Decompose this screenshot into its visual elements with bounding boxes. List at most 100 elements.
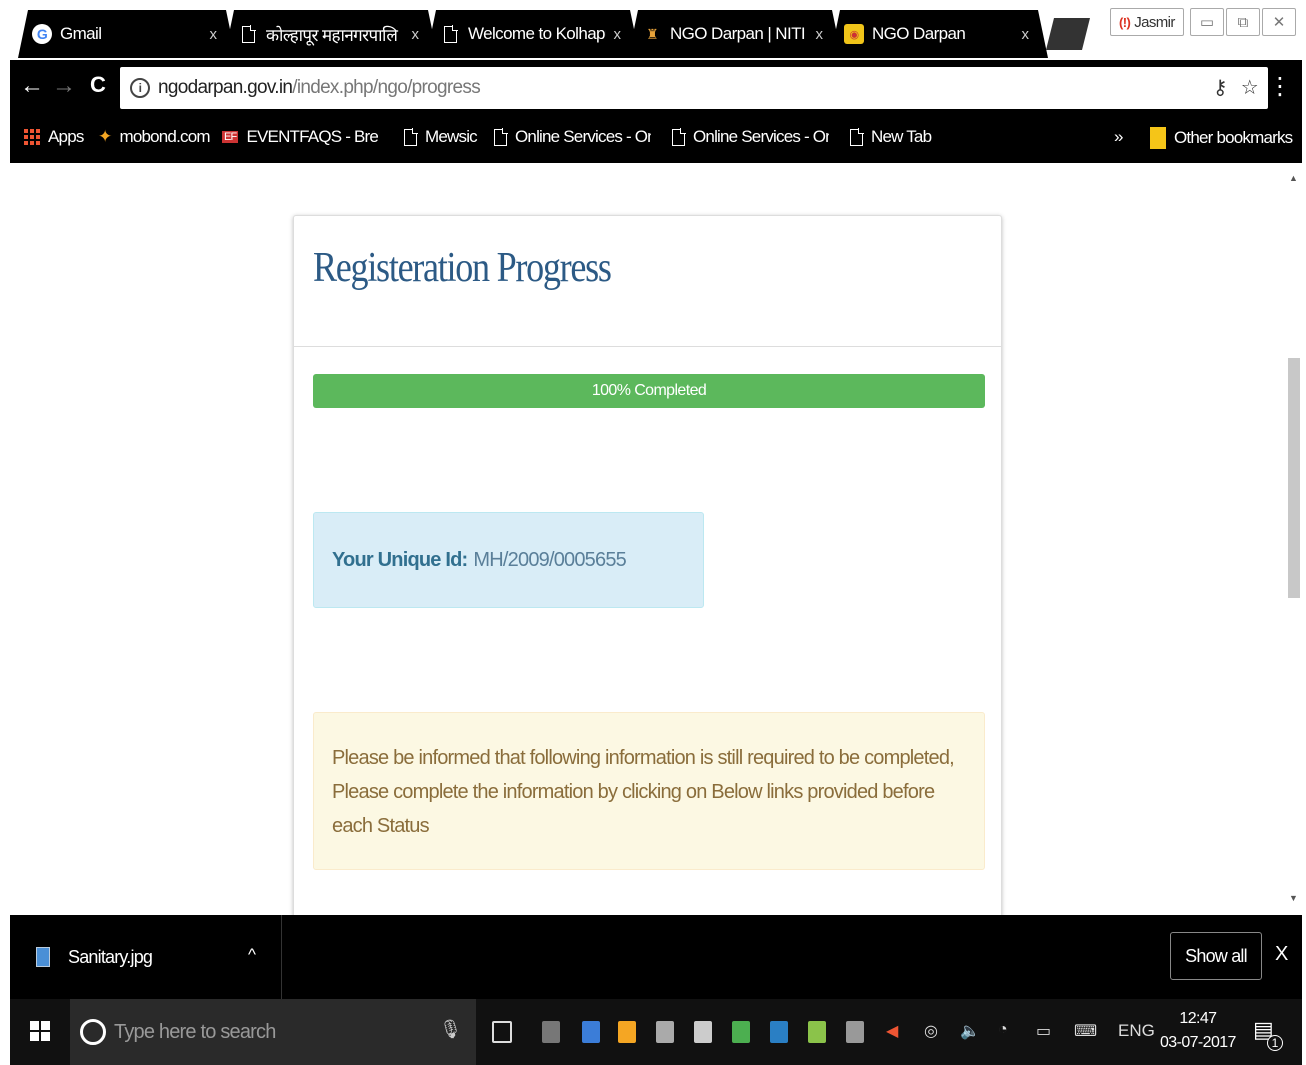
tab-close-icon[interactable]: x — [404, 26, 426, 43]
new-tab-button[interactable] — [1046, 18, 1090, 50]
app-icon[interactable] — [618, 1021, 636, 1043]
progress-card: Registeration Progress 100% Completed Yo… — [293, 215, 1002, 915]
page-scrollbar[interactable]: ▲ ▼ — [1285, 163, 1302, 915]
bookmark-online-services-2[interactable]: Online Services - Onl — [672, 127, 829, 147]
profile-name: Jasmir — [1134, 13, 1175, 31]
app-icon[interactable] — [846, 1021, 864, 1043]
clock-time: 12:47 — [1179, 1010, 1217, 1027]
url-host: ngodarpan.gov.in — [158, 77, 293, 98]
scroll-down-arrow-icon[interactable]: ▼ — [1289, 893, 1298, 903]
forward-arrow-icon[interactable]: → — [50, 72, 78, 100]
folder-icon — [1150, 127, 1166, 149]
other-bookmarks-label: Other bookmarks — [1174, 128, 1293, 147]
show-all-button[interactable]: Show all — [1170, 932, 1262, 980]
tab-ngo-darpan-active[interactable]: ◉ NGO Darpan x — [830, 10, 1048, 58]
tab-close-icon[interactable]: x — [808, 26, 830, 43]
flag-icon[interactable]: ◀ — [886, 1021, 898, 1041]
tab-close-icon[interactable]: x — [606, 26, 628, 43]
search-placeholder: Type here to search — [114, 1020, 276, 1043]
page-icon — [404, 127, 418, 146]
key-icon[interactable]: ⚷ — [1213, 75, 1228, 100]
page-icon — [238, 24, 258, 44]
page-icon — [494, 127, 508, 146]
notice-box: Please be informed that following inform… — [313, 712, 985, 870]
downloads-bar: Sanitary.jpg ^ Show all X — [10, 915, 1302, 999]
app-icon[interactable] — [694, 1021, 712, 1043]
google-icon: G — [32, 24, 52, 44]
tab-title: NGO Darpan — [872, 24, 966, 43]
app-icon[interactable] — [656, 1021, 674, 1043]
bookmark-online-services-1[interactable]: Online Services - Onl — [494, 127, 651, 147]
battery-icon[interactable]: ▭ — [1036, 1021, 1051, 1041]
bookmark-new-tab[interactable]: New Tab — [850, 127, 932, 147]
bookmark-label: Mewsic — [425, 127, 478, 146]
unique-id-box: Your Unique Id: MH/2009/0005655 — [313, 512, 704, 608]
address-bar[interactable]: i ngodarpan.gov.in/index.php/ngo/progres… — [120, 67, 1268, 109]
bookmark-mobond[interactable]: ✦ mobond.com — [98, 127, 211, 147]
app-icon[interactable] — [770, 1021, 788, 1043]
bookmark-mewsic[interactable]: Mewsic — [404, 127, 478, 147]
close-window-button[interactable]: ✕ — [1262, 8, 1296, 36]
screen: G Gmail x कोल्हापूर महानगरपालि x Welcome… — [0, 0, 1306, 1065]
microphone-icon[interactable]: 🎙 — [439, 1019, 462, 1040]
restore-button[interactable]: ⧉ — [1226, 8, 1260, 36]
bookmark-label: EVENTFAQS - Brett L — [246, 127, 379, 146]
scrollbar-thumb[interactable] — [1288, 358, 1300, 598]
windows-taskbar: Type here to search 🎙 ◀ ◎ 🔈 ◔ ▭ ⌨ ENG 12… — [10, 999, 1302, 1065]
tab-ngo-darpan-niti[interactable]: ♜ NGO Darpan | NITI A x — [628, 10, 842, 58]
url-path: /index.php/ngo/progress — [292, 77, 480, 98]
tab-close-icon[interactable]: x — [1014, 26, 1036, 43]
bookmark-label: New Tab — [871, 127, 932, 146]
taskbar-search[interactable]: Type here to search 🎙 — [70, 999, 476, 1065]
profile-icon: (!) — [1119, 14, 1131, 30]
scroll-up-arrow-icon[interactable]: ▲ — [1289, 173, 1298, 183]
progress-label: 100% Completed — [591, 382, 707, 399]
download-file-name: Sanitary.jpg — [68, 946, 153, 967]
close-downloads-icon[interactable]: X — [1275, 943, 1288, 966]
tab-title: कोल्हापूर महानगरपालि — [266, 25, 398, 45]
windows-start-icon[interactable] — [30, 1021, 50, 1041]
image-file-icon — [36, 947, 50, 967]
tab-title: NGO Darpan | NITI A — [670, 24, 808, 43]
profile-button[interactable]: (!) Jasmir — [1110, 8, 1184, 36]
clock[interactable]: 12:47 03-07-2017 — [1160, 1007, 1236, 1055]
bookmark-label: mobond.com — [119, 127, 210, 146]
task-view-icon[interactable] — [492, 1021, 512, 1043]
cortana-icon — [80, 1019, 106, 1045]
emblem-icon: ♜ — [646, 25, 658, 42]
bookmarks-overflow-button[interactable]: » — [1114, 127, 1123, 147]
card-header: Registeration Progress — [294, 216, 1001, 347]
volume-icon[interactable]: 🔈 — [960, 1021, 980, 1041]
minimize-button[interactable]: ▭ — [1190, 8, 1224, 36]
tab-kolhapur-municipal[interactable]: कोल्हापूर महानगरपालि x — [224, 10, 438, 58]
download-item[interactable]: Sanitary.jpg ^ — [10, 915, 282, 999]
app-icon[interactable] — [808, 1021, 826, 1043]
bookmark-eventfaqs[interactable]: EF EVENTFAQS - Brett L — [222, 127, 378, 147]
other-bookmarks[interactable]: Other bookmarks — [1150, 127, 1293, 149]
menu-icon[interactable]: ⋮ — [1268, 72, 1292, 101]
notice-text: Please be informed that following inform… — [332, 747, 955, 837]
keyboard-icon[interactable]: ⌨ — [1074, 1021, 1097, 1041]
camera-icon[interactable]: ◎ — [924, 1021, 938, 1041]
tab-welcome-kolhapur[interactable]: Welcome to Kolhapu x — [426, 10, 640, 58]
back-arrow-icon[interactable]: ← — [18, 72, 46, 100]
ngo-darpan-icon: ◉ — [844, 24, 864, 44]
chevron-up-icon[interactable]: ^ — [248, 945, 256, 965]
tab-close-icon[interactable]: x — [202, 26, 224, 43]
app-icon[interactable] — [582, 1021, 600, 1043]
notification-center-icon[interactable]: ▤ 1 — [1253, 1017, 1283, 1051]
info-icon[interactable]: i — [130, 78, 150, 98]
tab-gmail[interactable]: G Gmail x — [18, 10, 236, 58]
reload-icon[interactable]: C — [84, 72, 112, 98]
app-icon[interactable] — [542, 1021, 560, 1043]
star-icon[interactable]: ☆ — [1241, 75, 1259, 100]
app-icon[interactable] — [732, 1021, 750, 1043]
bookmark-apps[interactable]: Apps — [24, 127, 84, 147]
wifi-icon[interactable]: ◔ — [998, 1021, 1008, 1039]
progress-bar: 100% Completed — [313, 374, 985, 408]
language-indicator[interactable]: ENG — [1118, 1021, 1155, 1041]
tab-title: Welcome to Kolhapu — [468, 24, 606, 43]
page-icon — [850, 127, 864, 146]
tab-title: Gmail — [60, 24, 102, 43]
unique-id-label: Your Unique Id: — [332, 548, 468, 571]
